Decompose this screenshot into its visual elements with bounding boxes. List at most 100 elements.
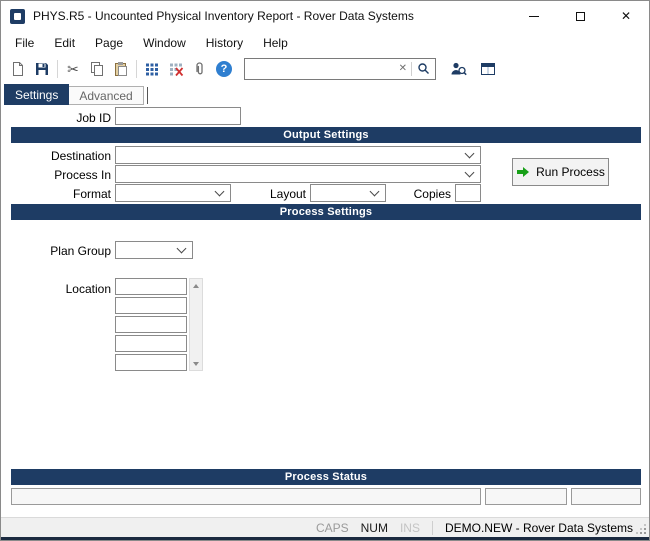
save-button[interactable] — [30, 57, 54, 81]
run-arrow-icon — [517, 167, 530, 177]
location-input-5[interactable] — [115, 354, 187, 371]
location-input-1[interactable] — [115, 278, 187, 295]
search-magnifier-icon — [418, 63, 429, 74]
copies-label: Copies — [413, 187, 451, 201]
app-icon — [10, 8, 25, 24]
menu-page[interactable]: Page — [85, 33, 133, 53]
arrow-down-icon — [193, 361, 199, 366]
minimize-button[interactable] — [511, 1, 557, 31]
chevron-down-icon — [464, 167, 475, 178]
section-process-settings: Process Settings — [11, 204, 641, 220]
format-label: Format — [72, 187, 111, 201]
plan-group-select[interactable] — [115, 241, 193, 259]
window-layout-icon — [481, 62, 495, 75]
grid-records-icon — [146, 63, 158, 75]
process-status-field-2 — [485, 488, 567, 505]
process-status-message-field — [11, 488, 481, 505]
location-input-4[interactable] — [115, 335, 187, 352]
new-document-icon — [13, 61, 23, 76]
window-title: PHYS.R5 - Uncounted Physical Inventory R… — [33, 9, 414, 23]
run-process-button[interactable]: Run Process — [512, 158, 609, 186]
process-in-select[interactable] — [115, 165, 481, 183]
process-in-label: Process In — [54, 168, 111, 182]
close-button[interactable]: ✕ — [603, 1, 649, 31]
ins-indicator: INS — [399, 520, 420, 535]
destination-label: Destination — [50, 149, 111, 163]
user-search-button[interactable] — [446, 57, 470, 81]
scroll-down-button[interactable] — [190, 357, 202, 370]
bottom-accent-strip — [1, 537, 649, 540]
window-controls: ✕ — [511, 1, 649, 31]
search-magnifier-button[interactable] — [412, 62, 435, 75]
session-label: DEMO.NEW - Rover Data Systems — [444, 520, 633, 535]
window-layout-button[interactable] — [476, 57, 500, 81]
grid-records-button[interactable] — [140, 57, 164, 81]
menubar: File Edit Page Window History Help — [1, 31, 649, 54]
cut-icon: ✂ — [67, 60, 79, 77]
location-input-3[interactable] — [115, 316, 187, 333]
tabstrip-edge — [146, 87, 148, 104]
toolbar-separator — [57, 59, 58, 78]
attachment-icon — [196, 61, 203, 74]
layout-select[interactable] — [310, 184, 386, 202]
toolbar-search-box: ✕ — [244, 57, 436, 80]
chevron-down-icon — [176, 243, 187, 254]
location-scrollbar[interactable] — [189, 278, 203, 371]
location-input-2[interactable] — [115, 297, 187, 314]
plan-group-label: Plan Group — [50, 244, 111, 258]
process-status-field-3 — [571, 488, 641, 505]
cut-button[interactable]: ✂ — [61, 57, 85, 81]
paste-icon — [115, 61, 127, 76]
attachment-button[interactable] — [188, 57, 212, 81]
scroll-up-button[interactable] — [190, 279, 202, 292]
run-process-label: Run Process — [536, 165, 605, 179]
statusbar-separator — [431, 520, 433, 535]
help-button[interactable]: ? — [212, 57, 236, 81]
destination-select[interactable] — [115, 146, 481, 164]
section-process-status: Process Status — [11, 469, 641, 485]
chevron-down-icon — [369, 186, 380, 197]
close-icon: ✕ — [620, 9, 632, 23]
save-icon — [36, 62, 48, 75]
tab-settings[interactable]: Settings — [4, 84, 70, 105]
tab-settings-label: Settings — [15, 87, 59, 102]
copy-button[interactable] — [85, 57, 109, 81]
user-search-icon — [451, 62, 467, 75]
maximize-button[interactable] — [557, 1, 603, 31]
menu-file[interactable]: File — [5, 33, 44, 53]
chevron-down-icon — [214, 186, 225, 197]
maximize-icon — [575, 11, 585, 21]
num-indicator: NUM — [360, 520, 388, 535]
search-input[interactable] — [245, 58, 395, 79]
format-select[interactable] — [115, 184, 231, 202]
grid-delete-button[interactable] — [164, 57, 188, 81]
menu-edit[interactable]: Edit — [44, 33, 85, 53]
titlebar: PHYS.R5 - Uncounted Physical Inventory R… — [1, 1, 649, 31]
location-label: Location — [65, 282, 111, 296]
section-output-settings: Output Settings — [11, 127, 641, 143]
resize-grip[interactable] — [644, 532, 646, 534]
grid-delete-icon — [170, 63, 184, 76]
caps-indicator: CAPS — [315, 520, 349, 535]
search-clear-icon[interactable]: ✕ — [395, 63, 411, 74]
paste-button[interactable] — [109, 57, 133, 81]
copies-input[interactable] — [455, 184, 481, 202]
menu-window[interactable]: Window — [133, 33, 196, 53]
tab-advanced-label: Advanced — [79, 88, 133, 103]
tabstrip: Settings Advanced — [1, 83, 649, 105]
job-id-input[interactable] — [115, 107, 241, 125]
minimize-icon — [529, 15, 539, 17]
help-icon: ? — [216, 60, 232, 77]
arrow-up-icon — [193, 283, 199, 288]
copy-icon — [91, 61, 103, 76]
tab-advanced[interactable]: Advanced — [69, 86, 144, 105]
job-id-label: Job ID — [76, 111, 111, 125]
toolbar-separator — [136, 59, 137, 78]
menu-history[interactable]: History — [196, 33, 253, 53]
new-document-button[interactable] — [6, 57, 30, 81]
statusbar: CAPS NUM INS DEMO.NEW - Rover Data Syste… — [1, 517, 649, 537]
menu-help[interactable]: Help — [253, 33, 298, 53]
layout-label: Layout — [269, 187, 306, 201]
chevron-down-icon — [464, 148, 475, 159]
app-window: PHYS.R5 - Uncounted Physical Inventory R… — [0, 0, 650, 541]
